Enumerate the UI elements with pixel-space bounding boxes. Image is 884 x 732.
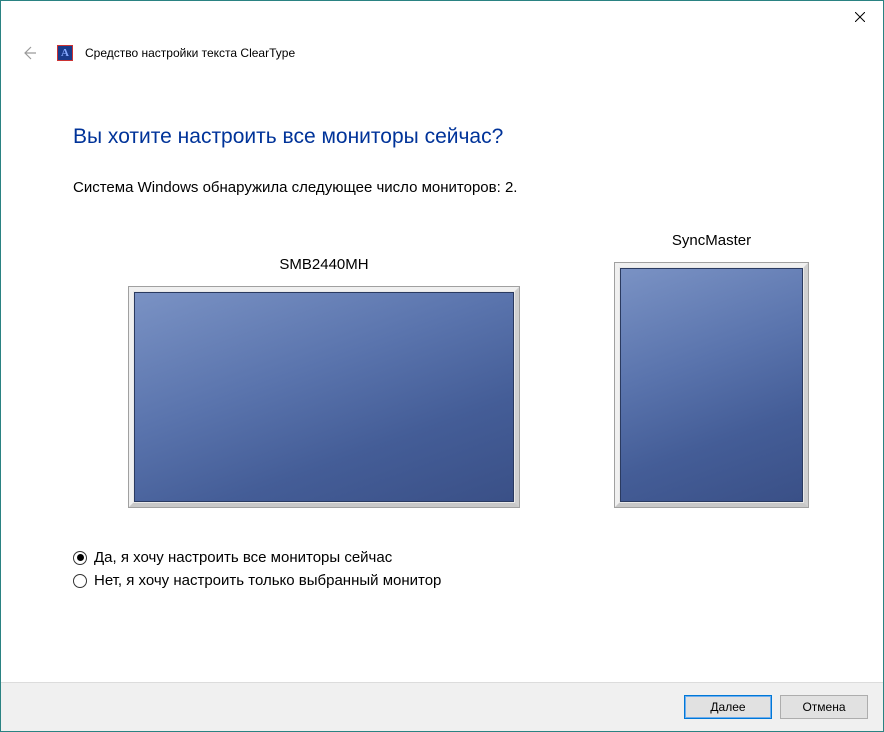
back-button[interactable] [19, 43, 39, 63]
radio-tune-all-label: Да, я хочу настроить все мониторы сейчас [94, 549, 392, 566]
radio-group: Да, я хочу настроить все мониторы сейчас… [73, 549, 823, 589]
monitor-1-screen [134, 292, 514, 502]
content-area: Вы хотите настроить все мониторы сейчас?… [1, 73, 883, 682]
footer: Далее Отмена [1, 682, 883, 731]
back-arrow-icon [21, 45, 37, 61]
radio-icon [73, 574, 87, 588]
next-button[interactable]: Далее [684, 695, 772, 719]
cancel-button[interactable]: Отмена [780, 695, 868, 719]
close-icon [855, 12, 865, 22]
close-button[interactable] [837, 2, 883, 32]
titlebar [1, 1, 883, 33]
app-title: Средство настройки текста ClearType [85, 46, 295, 60]
monitor-2-screen [620, 268, 803, 502]
page-heading: Вы хотите настроить все мониторы сейчас? [73, 125, 823, 149]
radio-icon [73, 551, 87, 565]
monitor-2-label: SyncMaster [672, 232, 751, 249]
header: A Средство настройки текста ClearType [1, 33, 883, 73]
app-icon: A [57, 45, 73, 61]
monitor-1[interactable] [129, 287, 519, 507]
radio-tune-selected[interactable]: Нет, я хочу настроить только выбранный м… [73, 572, 823, 589]
page-subtext: Система Windows обнаружила следующее чис… [73, 179, 823, 196]
monitor-1-label: SMB2440MH [279, 256, 368, 273]
radio-tune-selected-label: Нет, я хочу настроить только выбранный м… [94, 572, 441, 589]
monitor-1-col: SMB2440MH [129, 256, 519, 507]
monitor-2-col: SyncMaster [615, 232, 808, 507]
monitor-selection: SMB2440MH SyncMaster [73, 232, 823, 507]
radio-tune-all[interactable]: Да, я хочу настроить все мониторы сейчас [73, 549, 823, 566]
monitor-2[interactable] [615, 263, 808, 507]
